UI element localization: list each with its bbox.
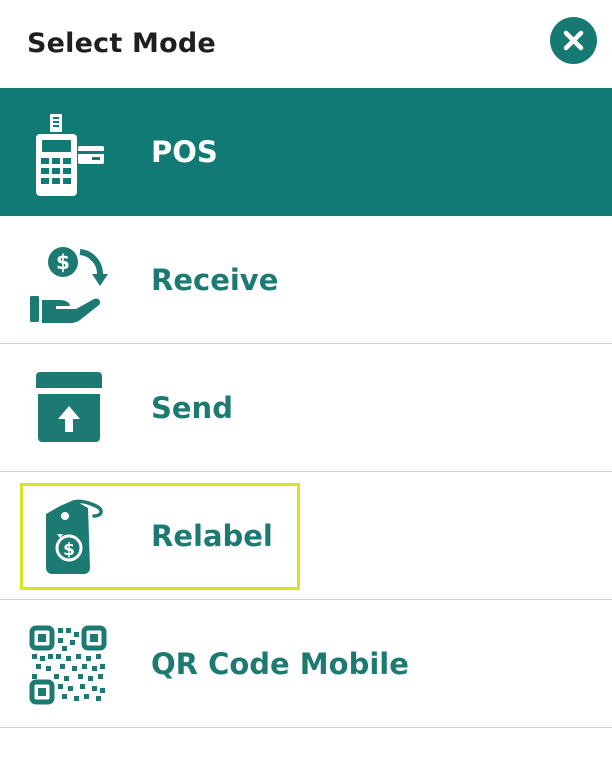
mode-item-qr-code-mobile[interactable]: QR Code Mobile — [0, 600, 612, 728]
svg-text:$: $ — [56, 250, 70, 274]
dialog-title: Select Mode — [27, 28, 216, 59]
mode-item-pos[interactable]: POS — [0, 88, 612, 216]
select-mode-dialog: Select Mode POS $ Receive Send $ Relabel… — [0, 0, 612, 773]
divider — [0, 727, 612, 728]
mode-label-receive: Receive — [151, 263, 279, 297]
svg-text:$: $ — [63, 540, 75, 560]
dialog-header: Select Mode — [0, 0, 612, 88]
pos-terminal-icon — [36, 114, 104, 196]
send-box-icon — [36, 372, 102, 442]
mode-label-send: Send — [151, 391, 233, 425]
qr-code-icon — [29, 625, 107, 705]
mode-label-relabel: Relabel — [151, 519, 273, 553]
mode-label-pos: POS — [151, 135, 218, 169]
mode-item-send[interactable]: Send — [0, 344, 612, 472]
mode-item-receive[interactable]: $ Receive — [0, 216, 612, 344]
mode-label-qr-code-mobile: QR Code Mobile — [151, 647, 409, 681]
close-icon — [563, 30, 584, 51]
mode-item-relabel[interactable]: $ Relabel — [0, 472, 612, 600]
receive-money-icon: $ — [30, 247, 108, 323]
price-tag-icon: $ — [46, 499, 103, 574]
close-button[interactable] — [550, 17, 597, 64]
